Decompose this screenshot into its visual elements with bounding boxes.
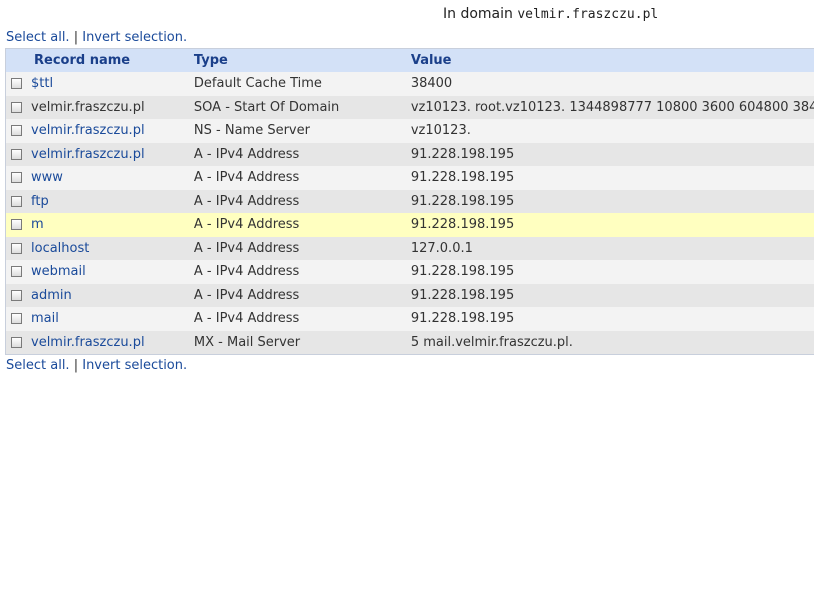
table-row[interactable]: velmir.fraszczu.pl A - IPv4 Address 91.228… [5,142,814,166]
record-name-text: velmir.fraszczu.pl [31,99,145,115]
record-value-cell: 91.228.198.195 [404,142,814,166]
row-checkbox[interactable] [11,219,22,231]
column-header-value[interactable]: Value [404,48,814,72]
records-table-wrap: Record name Type Value $ttl Default Cache… [0,0,814,614]
record-name-link[interactable]: velmir.fraszczu.pl [31,335,145,350]
record-value-cell: vz10123. root.vz10123. 1344898777 10800 … [404,95,814,119]
record-name-cell: www [5,166,189,190]
record-name-link[interactable]: mail [31,311,59,326]
row-checkbox[interactable] [11,313,22,325]
record-type-cell: MX - Mail Server [188,330,405,355]
record-name-link[interactable]: ftp [31,194,49,209]
record-name-cell: velmir.fraszczu.pl [5,142,189,166]
row-checkbox[interactable] [11,289,22,301]
row-checkbox[interactable] [11,172,22,184]
record-name-cell: velmir.fraszczu.pl [5,119,189,143]
link-separator: | [73,358,79,373]
table-row[interactable]: $ttl Default Cache Time 38400 [5,72,814,96]
records-body: $ttl Default Cache Time 38400 velmir.fraszc… [5,72,814,355]
record-value-cell: 38400 [404,72,814,96]
row-checkbox[interactable] [11,78,22,90]
record-name-cell: localhost [5,236,189,260]
record-value-cell: 127.0.0.1 [404,236,814,260]
row-checkbox[interactable] [11,336,22,348]
record-value-cell: 91.228.198.195 [404,189,814,213]
record-name-link[interactable]: localhost [31,241,89,256]
record-name-cell: mail [5,307,189,331]
record-value-cell: vz10123. [404,119,814,143]
record-name-cell: admin [5,283,189,307]
record-name-link[interactable]: www [31,170,63,185]
column-header-type[interactable]: Type [188,48,405,72]
record-value-cell: 91.228.198.195 [404,307,814,331]
table-row[interactable]: velmir.fraszczu.pl NS - Name Server vz1012… [5,119,814,143]
record-type-cell: NS - Name Server [188,119,405,143]
row-checkbox[interactable] [11,195,22,207]
table-row[interactable]: webmail A - IPv4 Address 91.228.198.195 [5,260,814,284]
record-name-link[interactable]: admin [31,288,72,303]
record-name-link[interactable]: webmail [31,264,86,279]
record-type-cell: A - IPv4 Address [188,142,405,166]
record-name-cell: $ttl [5,72,189,96]
record-name-cell: velmir.fraszczu.pl [5,330,189,355]
table-row[interactable]: mail A - IPv4 Address 91.228.198.195 [5,307,814,331]
record-name-cell: webmail [5,260,189,284]
record-type-cell: SOA - Start Of Domain [188,95,405,119]
record-type-cell: A - IPv4 Address [188,283,405,307]
record-value-cell: 91.228.198.195 [404,260,814,284]
record-type-cell: A - IPv4 Address [188,213,405,237]
column-header-record-name[interactable]: Record name [5,48,189,72]
record-value-cell: 91.228.198.195 [404,283,814,307]
record-type-cell: A - IPv4 Address [188,307,405,331]
record-type-cell: A - IPv4 Address [188,236,405,260]
table-header-row: Record name Type Value [5,48,814,72]
select-links-bottom: Select all. | Invert selection. [6,358,187,373]
table-row[interactable]: localhost A - IPv4 Address 127.0.0.1 [5,236,814,260]
record-name-link[interactable]: $ttl [31,76,53,91]
table-row[interactable]: m A - IPv4 Address 91.228.198.195 [5,213,814,237]
table-row[interactable]: ftp A - IPv4 Address 91.228.198.195 [5,189,814,213]
invert-selection-link[interactable]: Invert selection. [82,358,187,373]
record-type-cell: A - IPv4 Address [188,260,405,284]
table-row[interactable]: www A - IPv4 Address 91.228.198.195 [5,166,814,190]
record-value-cell: 91.228.198.195 [404,166,814,190]
row-checkbox[interactable] [11,242,22,254]
row-checkbox[interactable] [11,125,22,137]
record-type-cell: Default Cache Time [188,72,405,96]
row-checkbox[interactable] [11,266,22,278]
row-checkbox[interactable] [11,148,22,160]
record-name-link[interactable]: velmir.fraszczu.pl [31,123,145,138]
record-type-cell: A - IPv4 Address [188,166,405,190]
table-row[interactable]: admin A - IPv4 Address 91.228.198.195 [5,283,814,307]
table-row[interactable]: velmir.fraszczu.pl MX - Mail Server 5 mail… [5,330,814,355]
row-checkbox[interactable] [11,101,22,113]
record-name-link[interactable]: m [31,217,44,232]
records-table: Record name Type Value $ttl Default Cache… [5,48,814,355]
record-name-cell: ftp [5,189,189,213]
record-name-cell: m [5,213,189,237]
record-name-link[interactable]: velmir.fraszczu.pl [31,147,145,162]
table-row[interactable]: velmir.fraszczu.pl SOA - Start Of Domain v… [5,95,814,119]
record-value-cell: 5 mail.velmir.fraszczu.pl. [404,330,814,355]
record-name-cell: velmir.fraszczu.pl [5,95,189,119]
select-all-link[interactable]: Select all. [6,358,70,373]
record-type-cell: A - IPv4 Address [188,189,405,213]
record-value-cell: 91.228.198.195 [404,213,814,237]
